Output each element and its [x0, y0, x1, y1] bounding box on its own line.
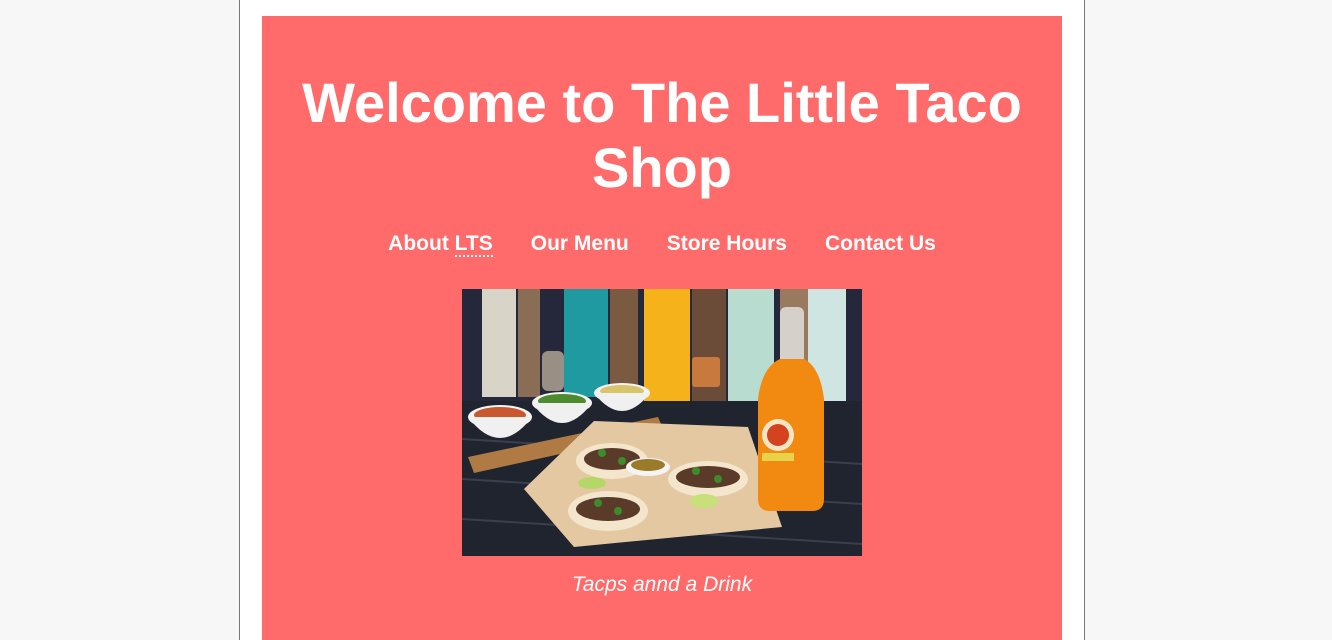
nav-about-prefix: About — [388, 232, 455, 255]
tacos-and-drink-photo — [462, 289, 862, 556]
nav-about-abbr: LTS — [454, 232, 493, 257]
page-title: Welcome to The Little Taco Shop — [302, 71, 1022, 199]
banner: Welcome to The Little Taco Shop About LT… — [262, 16, 1062, 640]
nav-hours-link[interactable]: Store Hours — [667, 230, 787, 258]
nav-contact-link[interactable]: Contact Us — [825, 230, 936, 258]
page-container: Welcome to The Little Taco Shop About LT… — [239, 0, 1085, 640]
nav-menu-link[interactable]: Our Menu — [531, 230, 629, 258]
nav-about-link[interactable]: About LTS — [388, 230, 493, 258]
photo-caption: Tacps annd a Drink — [571, 573, 753, 596]
main-nav: About LTS Our Menu Store Hours Contact Us — [262, 230, 1062, 258]
